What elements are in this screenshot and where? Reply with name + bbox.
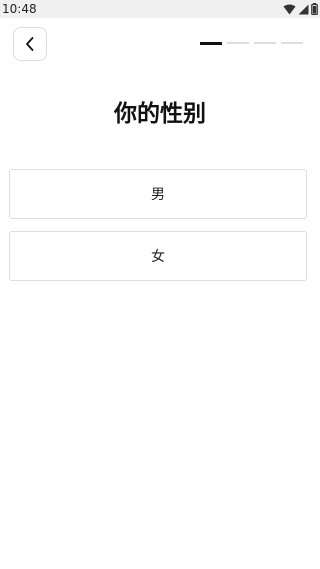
chevron-left-icon [24, 36, 36, 52]
page-title: 你的性别 [114, 101, 206, 127]
progress-step-3 [254, 42, 276, 44]
option-label: 男 [151, 187, 165, 203]
progress-step-1 [200, 41, 222, 45]
status-bar: 10:48 [0, 0, 320, 18]
signal-icon [298, 4, 309, 15]
back-button[interactable] [13, 27, 47, 61]
gender-option-female[interactable]: 女 [9, 231, 307, 281]
wifi-icon [283, 4, 296, 15]
progress-step-2 [227, 42, 249, 44]
progress-step-4 [281, 42, 303, 44]
gender-selection-screen: 10:48 你的性别 男 女 [0, 0, 320, 569]
step-progress-indicator [200, 41, 303, 45]
option-label: 女 [151, 249, 165, 265]
status-time: 10:48 [2, 2, 37, 16]
battery-icon [311, 3, 318, 15]
status-icons [283, 3, 318, 15]
gender-option-male[interactable]: 男 [9, 169, 307, 219]
